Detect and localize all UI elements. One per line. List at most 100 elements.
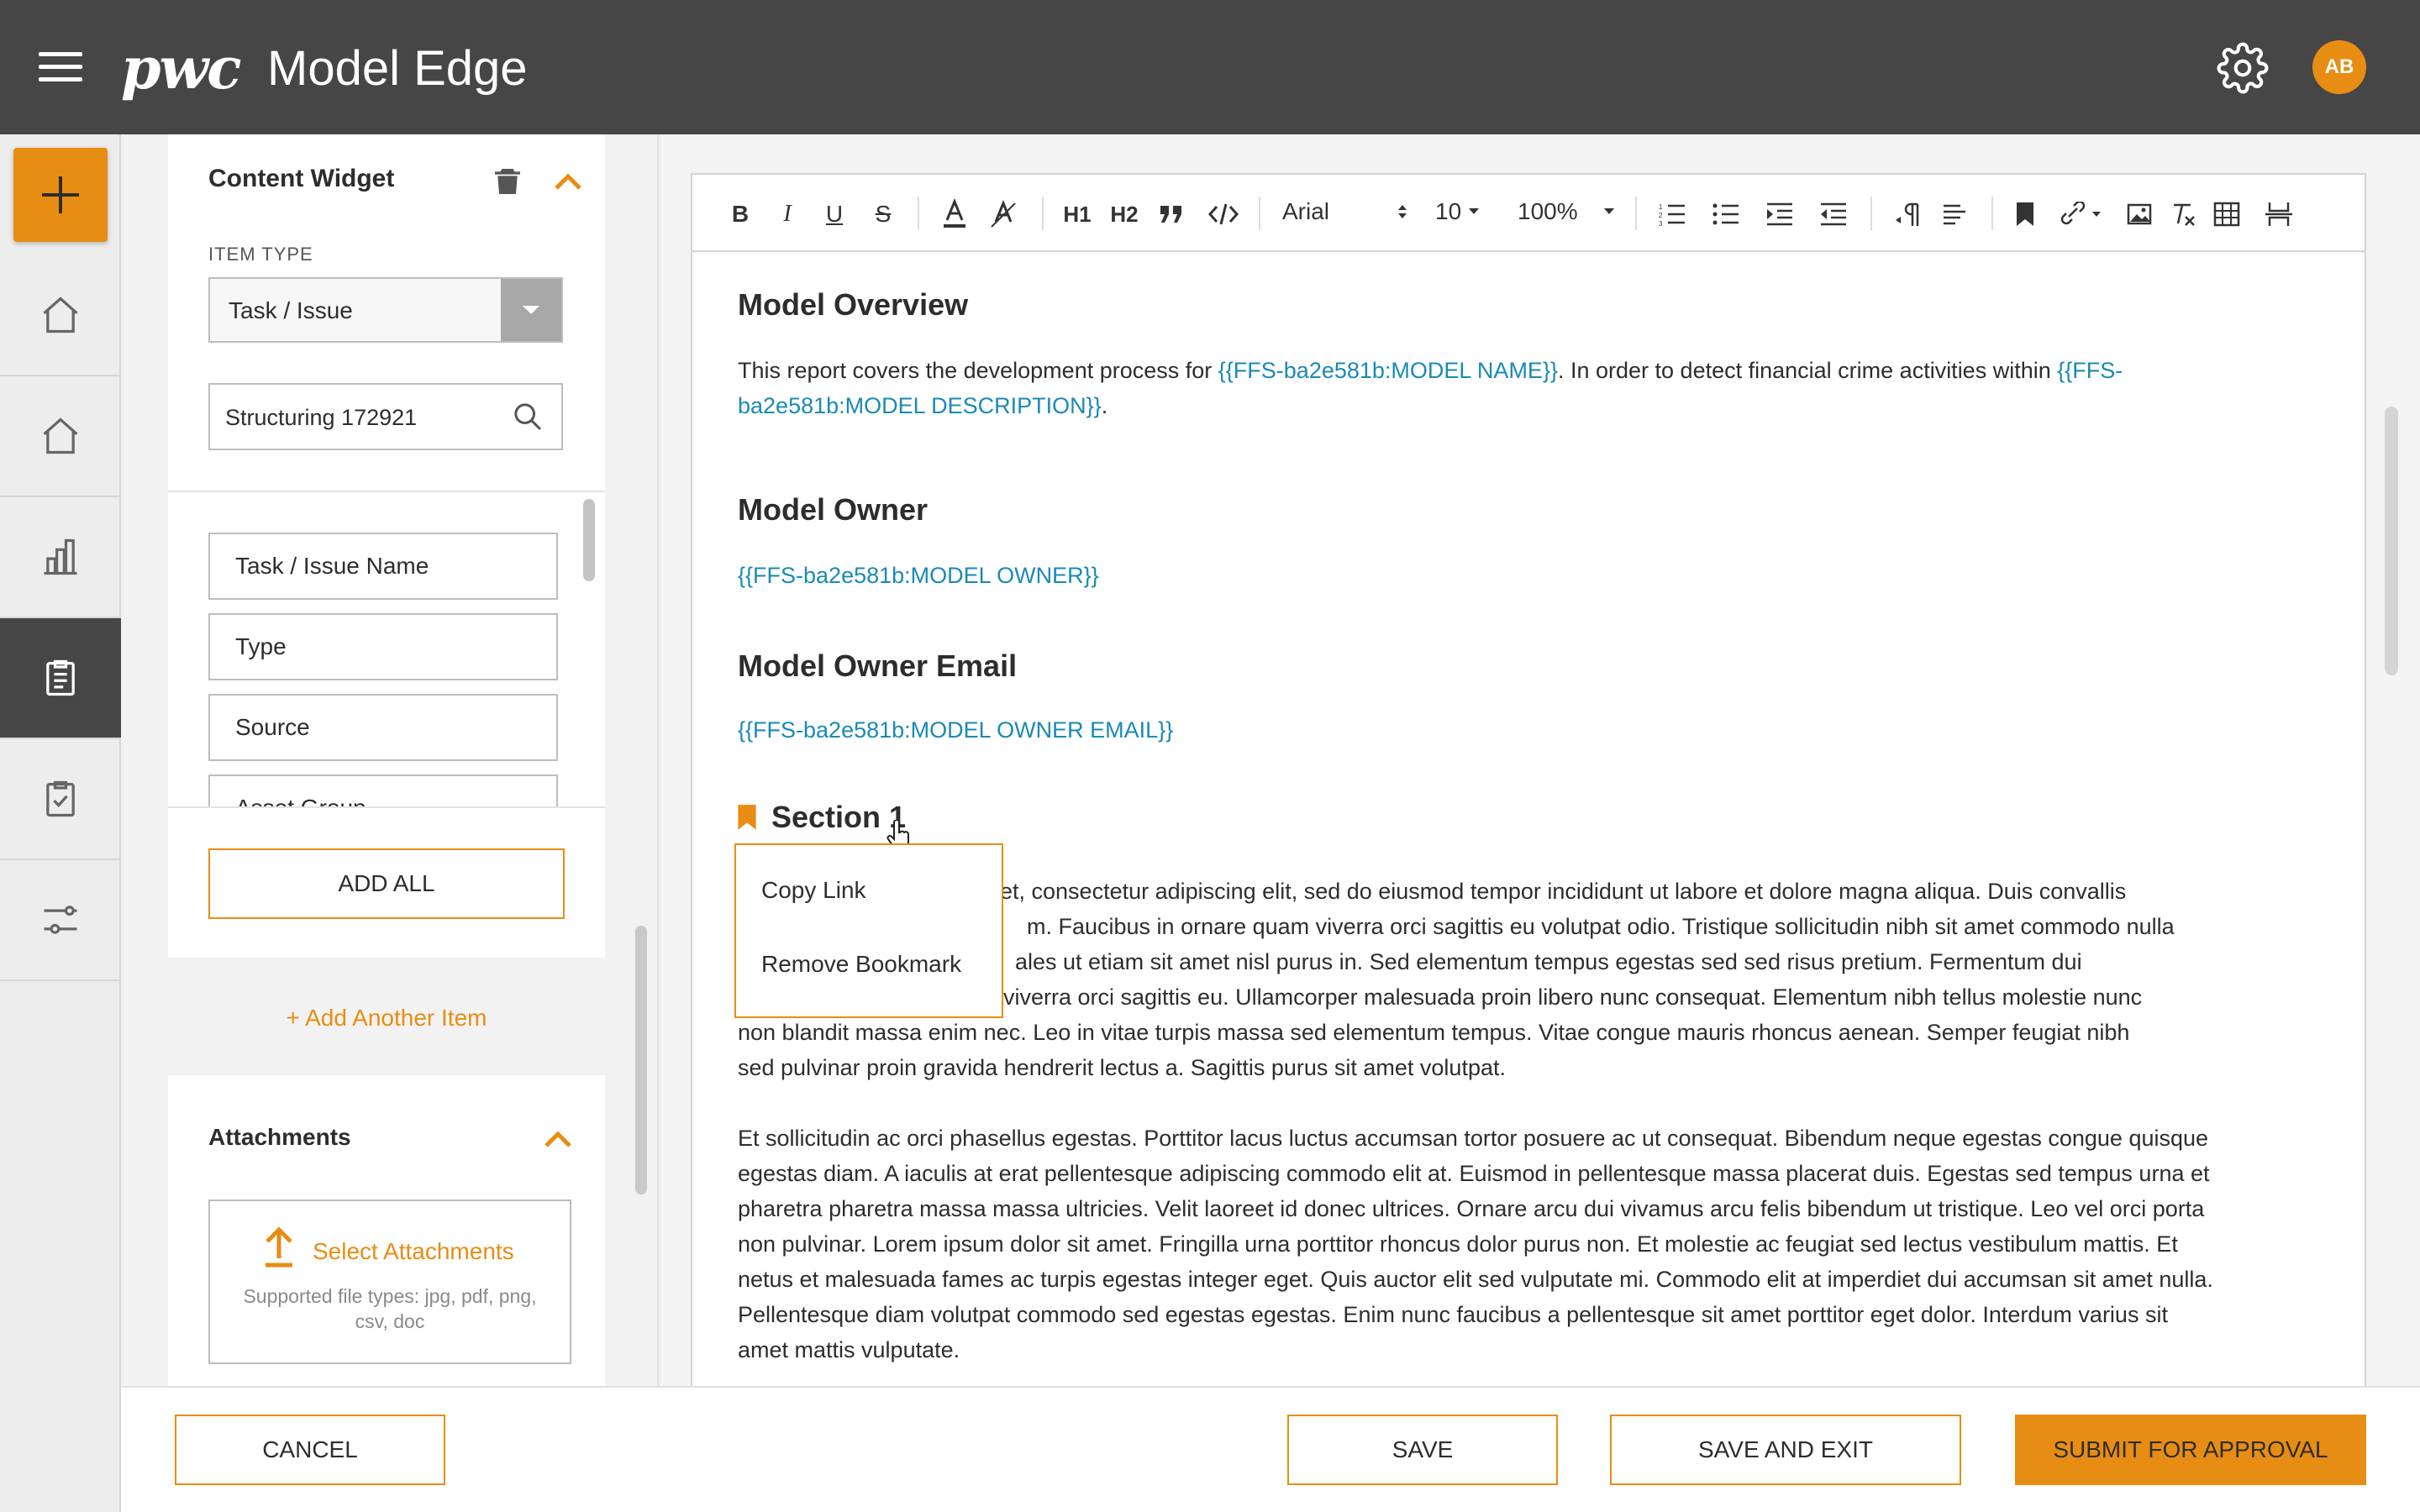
app-title: Model Edge xyxy=(267,41,528,96)
heading2-button[interactable]: H2 xyxy=(1107,195,1141,234)
svg-text:3: 3 xyxy=(1659,220,1663,227)
nav-tasks[interactable] xyxy=(0,739,121,860)
heading-model-overview: Model Overview xyxy=(738,287,969,322)
chevron-down-icon xyxy=(1604,208,1614,214)
bookmark-icon[interactable] xyxy=(2010,195,2040,234)
quote-icon[interactable] xyxy=(1155,195,1188,234)
widget-title: Content Widget xyxy=(208,165,395,192)
bar-chart-icon xyxy=(44,538,77,575)
section-line: m. Faucibus in ornare quam viverra orci … xyxy=(1027,914,2175,939)
nav-home-2[interactable] xyxy=(0,376,121,497)
clipboard-check-icon xyxy=(46,780,75,817)
add-all-button[interactable]: ADD ALL xyxy=(208,848,565,919)
text-run: . In order to detect financial crime act… xyxy=(1557,358,2058,383)
paragraph-direction-icon[interactable] xyxy=(1891,195,1924,234)
search-icon[interactable] xyxy=(511,400,544,433)
chevron-up-icon[interactable] xyxy=(551,168,585,193)
upload-hint: Supported file types: jpg, pdf, png, csv… xyxy=(243,1285,537,1332)
heading1-button[interactable]: H1 xyxy=(1060,195,1094,234)
section-line: non blandit massa enim nec. Leo in vitae… xyxy=(738,1020,2130,1045)
gear-icon[interactable] xyxy=(2217,42,2269,94)
sliders-icon xyxy=(44,906,77,934)
highlight-color-icon[interactable] xyxy=(986,195,1020,234)
editor-scrollbar[interactable] xyxy=(2385,407,2398,675)
toolbar-separator xyxy=(1259,197,1260,230)
brand-logo: pwc xyxy=(121,35,241,102)
code-icon[interactable] xyxy=(1205,195,1242,234)
select-attachments-link[interactable]: Select Attachments xyxy=(313,1238,514,1265)
field-chip[interactable]: Asset Group xyxy=(208,774,558,806)
text-run: . xyxy=(1101,393,1108,418)
item-type-label: ITEM TYPE xyxy=(208,244,313,265)
nav-reports[interactable] xyxy=(0,497,121,618)
chevron-up-icon[interactable] xyxy=(541,1126,575,1151)
toolbar-separator xyxy=(1870,197,1872,230)
font-size-value: 10 xyxy=(1435,198,1462,224)
section-line: viverra orci sagittis eu. Ullamcorper ma… xyxy=(1003,984,2143,1010)
svg-text:2: 2 xyxy=(1659,212,1663,219)
bookmark-flag-icon[interactable] xyxy=(736,803,758,836)
image-icon[interactable] xyxy=(2123,195,2156,234)
toolbar-separator xyxy=(1991,197,1993,230)
section-line: sed pulvinar proin gravida hendrerit lec… xyxy=(738,1055,1506,1080)
plus-icon xyxy=(42,176,79,213)
table-icon[interactable] xyxy=(2210,195,2244,234)
save-and-exit-button[interactable]: SAVE AND EXIT xyxy=(1610,1415,1961,1485)
field-list: Task / Issue Name Type Source Asset Grou… xyxy=(168,504,571,806)
ordered-list-icon[interactable]: 123 xyxy=(1655,195,1689,234)
section-line: ales ut etiam sit amet nisl purus in. Se… xyxy=(1015,949,2082,974)
field-list-scrollbar[interactable] xyxy=(583,499,595,581)
overview-paragraph: This report covers the development proce… xyxy=(738,353,2225,423)
text-color-icon[interactable] xyxy=(938,195,971,234)
field-chip[interactable]: Source xyxy=(208,694,558,761)
clear-format-icon[interactable] xyxy=(2166,195,2200,234)
underline-button[interactable]: U xyxy=(822,195,847,234)
panel-scrollbar[interactable] xyxy=(635,926,647,1194)
placeholder-token[interactable]: ba2e581b:MODEL DESCRIPTION}} xyxy=(738,393,1102,418)
page-break-icon[interactable] xyxy=(2262,195,2296,234)
trash-icon[interactable] xyxy=(491,165,524,198)
remove-bookmark-menu-item[interactable]: Remove Bookmark xyxy=(761,951,961,978)
copy-link-menu-item[interactable]: Copy Link xyxy=(761,877,866,904)
add-another-item-link[interactable]: + Add Another Item xyxy=(168,1005,605,1032)
toolbar-separator xyxy=(1042,197,1044,230)
cancel-button[interactable]: CANCEL xyxy=(175,1415,445,1485)
nav-settings[interactable] xyxy=(0,860,121,981)
divider xyxy=(168,491,605,492)
divider xyxy=(168,806,605,808)
link-icon[interactable] xyxy=(2057,195,2106,234)
svg-text:1: 1 xyxy=(1659,203,1663,211)
item-search-value: Structuring 172921 xyxy=(225,405,418,430)
strikethrough-button[interactable]: S xyxy=(871,195,896,234)
body-paragraph: Et sollicitudin ac orci phasellus egesta… xyxy=(738,1126,2213,1362)
bold-button[interactable]: B xyxy=(728,195,753,234)
dropdown-arrow-icon[interactable] xyxy=(501,279,561,341)
field-chip[interactable]: Task / Issue Name xyxy=(208,533,558,600)
placeholder-token[interactable]: {{FFS-ba2e581b:MODEL OWNER}} xyxy=(738,558,2225,593)
updown-icon xyxy=(1398,205,1407,218)
user-avatar[interactable]: AB xyxy=(2312,40,2366,94)
placeholder-token[interactable]: {{FFS-ba2e581b:MODEL NAME}} xyxy=(1218,358,1558,383)
outdent-icon[interactable] xyxy=(1817,195,1850,234)
hamburger-menu-icon[interactable] xyxy=(39,52,82,82)
bookmark-context-menu xyxy=(734,843,1003,1018)
placeholder-token[interactable]: {{FFS- xyxy=(2057,358,2123,383)
chevron-down-icon xyxy=(1469,208,1480,214)
heading-model-owner-email: Model Owner Email xyxy=(738,648,1018,683)
field-chip[interactable]: Type xyxy=(208,613,558,680)
save-button[interactable]: SAVE xyxy=(1287,1415,1558,1485)
submit-for-approval-button[interactable]: SUBMIT FOR APPROVAL xyxy=(2015,1415,2366,1485)
attachment-dropzone[interactable] xyxy=(208,1200,571,1364)
text-run: This report covers the development proce… xyxy=(738,358,1218,383)
indent-icon[interactable] xyxy=(1763,195,1797,234)
nav-documents[interactable] xyxy=(0,618,121,739)
zoom-select[interactable]: 100% xyxy=(1518,198,1615,225)
font-family-select[interactable]: Arial xyxy=(1282,198,1408,225)
italic-button[interactable]: I xyxy=(775,195,800,234)
font-size-select[interactable]: 10 xyxy=(1435,198,1486,225)
placeholder-token[interactable]: {{FFS-ba2e581b:MODEL OWNER EMAIL}} xyxy=(738,712,2225,748)
nav-add-button[interactable] xyxy=(13,148,108,242)
align-left-icon[interactable] xyxy=(1938,195,1971,234)
nav-home[interactable] xyxy=(0,255,121,376)
bullet-list-icon[interactable] xyxy=(1709,195,1743,234)
